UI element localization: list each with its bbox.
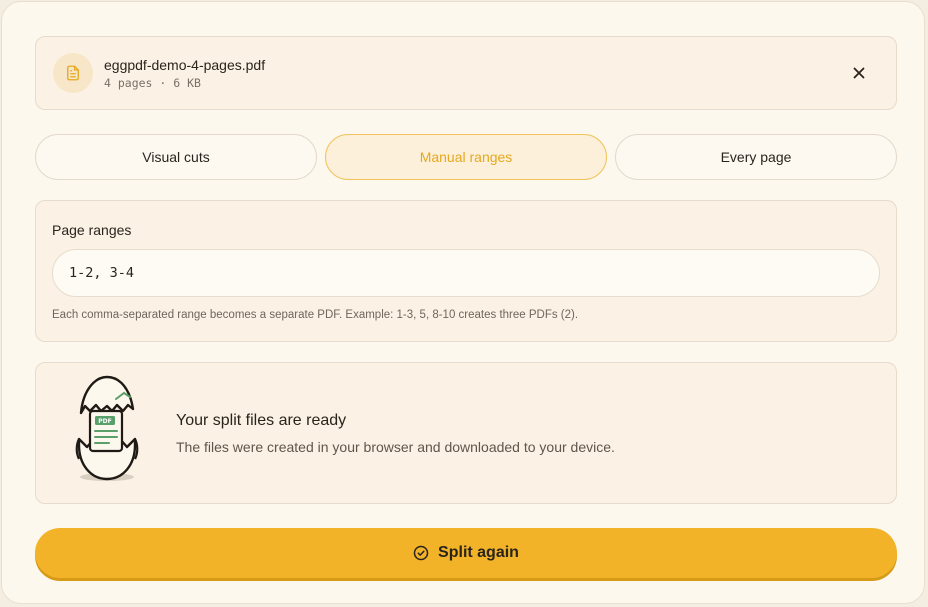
document-icon xyxy=(53,53,93,93)
page-ranges-label: Page ranges xyxy=(52,222,132,238)
selected-file-row: eggpdf-demo-4-pages.pdf 4 pages · 6 KB xyxy=(35,36,897,110)
close-icon xyxy=(853,67,865,79)
result-subtitle: The files were created in your browser a… xyxy=(176,439,615,455)
remove-file-button[interactable] xyxy=(848,62,870,84)
egg-pdf-illustration: PDF xyxy=(75,375,139,481)
illustration-pdf-badge: PDF xyxy=(98,418,111,425)
check-circle-icon xyxy=(413,545,429,561)
split-mode-tabs: Visual cuts Manual ranges Every page xyxy=(35,134,897,180)
result-title: Your split files are ready xyxy=(176,412,347,429)
page-ranges-input[interactable] xyxy=(52,249,880,297)
split-again-label: Split again xyxy=(438,544,519,561)
tab-manual-ranges[interactable]: Manual ranges xyxy=(325,134,607,180)
page-ranges-help: Each comma-separated range becomes a sep… xyxy=(52,309,579,321)
split-again-button[interactable]: Split again xyxy=(35,528,897,578)
split-card: eggpdf-demo-4-pages.pdf 4 pages · 6 KB V… xyxy=(1,1,925,604)
result-panel: PDF Your split files are ready The files… xyxy=(35,362,897,504)
tab-every-page[interactable]: Every page xyxy=(615,134,897,180)
page-ranges-panel: Page ranges Each comma-separated range b… xyxy=(35,200,897,342)
file-name: eggpdf-demo-4-pages.pdf xyxy=(104,57,266,73)
file-meta: 4 pages · 6 KB xyxy=(104,76,201,90)
tab-visual-cuts[interactable]: Visual cuts xyxy=(35,134,317,180)
